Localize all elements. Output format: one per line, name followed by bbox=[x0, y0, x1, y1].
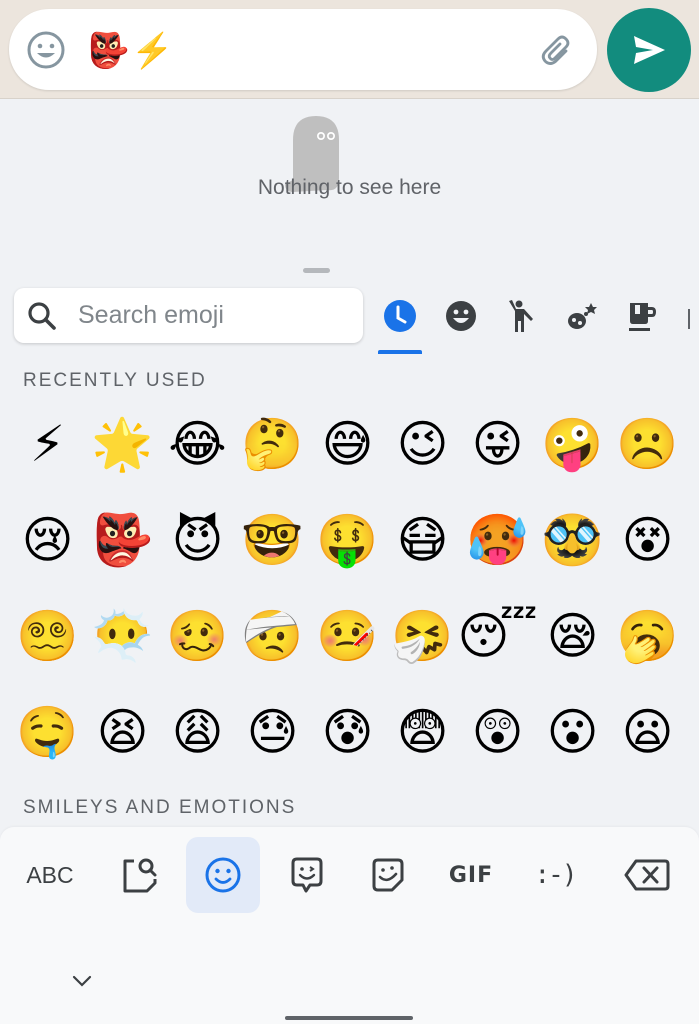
emoji-cell[interactable]: 😪 bbox=[535, 600, 610, 672]
search-icon bbox=[28, 302, 56, 330]
emoji-cell[interactable]: 😢 bbox=[10, 504, 85, 576]
message-input-field[interactable]: 👺⚡ bbox=[9, 9, 597, 90]
emoji-cell[interactable]: 🌟 bbox=[85, 408, 160, 480]
emoji-cell[interactable]: 🥵 bbox=[460, 504, 535, 576]
smiley-icon bbox=[446, 301, 476, 331]
panel-drag-handle[interactable] bbox=[303, 268, 330, 273]
empty-state-message: Nothing to see here bbox=[257, 176, 442, 199]
emoji-cell[interactable]: 😈 bbox=[160, 504, 235, 576]
message-text: 👺⚡ bbox=[87, 32, 176, 70]
bug-flower-icon bbox=[568, 303, 597, 329]
emoji-cell[interactable]: 😷 bbox=[385, 504, 460, 576]
tab-smileys[interactable] bbox=[441, 296, 481, 336]
emoji-cell[interactable]: 🤧 bbox=[385, 600, 460, 672]
emoji-cell[interactable]: 😅 bbox=[310, 408, 385, 480]
system-nav-handle[interactable] bbox=[285, 1016, 413, 1020]
recent-emoji-grid: ⚡ 🌟 😂 🤔 😅 😉 😜 🤪 ☹️ 😢 👺 😈 🤓 🤑 😷 🥵 🥸 😵 😵‍💫… bbox=[10, 408, 690, 792]
emoji-cell[interactable]: 😵‍💫 bbox=[10, 600, 85, 672]
speech-smiley-icon bbox=[291, 857, 323, 893]
emoji-row: 😵‍💫 😶‍🌫️ 🥴 🤕 🤒 🤧 😴 😪 🥱 bbox=[10, 600, 690, 696]
attach-button[interactable] bbox=[537, 30, 577, 70]
emoji-cell[interactable]: 🥸 bbox=[535, 504, 610, 576]
emoji-toggle-button[interactable] bbox=[26, 30, 66, 70]
emoji-cell[interactable]: 🤤 bbox=[10, 696, 85, 768]
emoji-cell[interactable]: 🤓 bbox=[235, 504, 310, 576]
emoji-cell[interactable]: ☹️ bbox=[610, 408, 685, 480]
smiley-outline-icon bbox=[27, 31, 65, 69]
person-waving-icon bbox=[509, 300, 533, 332]
emoji-cell[interactable]: 😜 bbox=[460, 408, 535, 480]
emoji-cell[interactable]: 😓 bbox=[235, 696, 310, 768]
emoji-row: 🤤 😫 😩 😓 😰 😨 😲 😮 😦 bbox=[10, 696, 690, 792]
sticker-search-icon bbox=[123, 858, 157, 893]
emoji-row: 😢 👺 😈 🤓 🤑 😷 🥵 🥸 😵 bbox=[10, 504, 690, 600]
gif-label: GIF bbox=[448, 862, 494, 888]
emoji-search-sticker-button[interactable] bbox=[103, 837, 177, 913]
emoji-cell[interactable]: 🥱 bbox=[610, 600, 685, 672]
keyboard-toolbar: ABC GIF :-) bbox=[0, 827, 699, 1024]
gif-button[interactable]: GIF bbox=[434, 837, 508, 913]
cup-icon bbox=[629, 303, 656, 331]
category-scroll-indicator bbox=[688, 309, 690, 329]
emoticon-button[interactable]: :-) bbox=[518, 837, 592, 913]
emoji-cell[interactable]: 🤑 bbox=[310, 504, 385, 576]
backspace-button[interactable] bbox=[610, 837, 684, 913]
collapse-keyboard-button[interactable] bbox=[66, 969, 98, 993]
tab-animals-nature[interactable] bbox=[562, 296, 602, 336]
emoji-cell[interactable]: 😦 bbox=[610, 696, 685, 768]
emoji-cell[interactable]: 😩 bbox=[160, 696, 235, 768]
emoji-cell[interactable]: 👺 bbox=[85, 504, 160, 576]
chat-input-bar: 👺⚡ bbox=[0, 0, 699, 99]
emoji-cell[interactable]: 🤪 bbox=[535, 408, 610, 480]
section-header-smileys: SMILEYS AND EMOTIONS bbox=[23, 797, 297, 818]
tab-recent[interactable] bbox=[380, 296, 420, 336]
emoji-cell[interactable]: 😵 bbox=[610, 504, 685, 576]
emoji-cell[interactable]: ⚡ bbox=[10, 408, 85, 480]
send-button[interactable] bbox=[607, 8, 691, 92]
clock-icon bbox=[384, 300, 416, 332]
emoji-cell[interactable]: 🤔 bbox=[235, 408, 310, 480]
sticker-button[interactable] bbox=[351, 837, 425, 913]
emoji-cell[interactable]: 😮 bbox=[535, 696, 610, 768]
emoticon-label: :-) bbox=[534, 860, 578, 890]
emoji-cell[interactable]: 😉 bbox=[385, 408, 460, 480]
bitmoji-button[interactable] bbox=[270, 837, 344, 913]
empty-state: Nothing to see here bbox=[0, 99, 699, 279]
emoji-cell[interactable]: 🤒 bbox=[310, 600, 385, 672]
emoji-cell[interactable]: 😴 bbox=[457, 600, 537, 672]
emoji-row: ⚡ 🌟 😂 🤔 😅 😉 😜 🤪 ☹️ bbox=[10, 408, 690, 504]
smiley-outline-icon bbox=[205, 857, 241, 893]
abc-keyboard-button[interactable]: ABC bbox=[13, 837, 87, 913]
abc-label: ABC bbox=[26, 861, 74, 888]
emoji-cell[interactable]: 😨 bbox=[385, 696, 460, 768]
emoji-cell[interactable]: 😶‍🌫️ bbox=[85, 600, 160, 672]
backspace-icon bbox=[624, 859, 670, 891]
active-tab-indicator bbox=[378, 350, 422, 354]
emoji-cell[interactable]: 😰 bbox=[310, 696, 385, 768]
send-arrow-icon bbox=[634, 36, 665, 64]
emoji-search-box[interactable] bbox=[14, 288, 363, 343]
paperclip-icon bbox=[541, 35, 570, 65]
tab-food-drink[interactable] bbox=[622, 296, 662, 336]
emoji-search-input[interactable] bbox=[78, 288, 348, 343]
section-header-recent: RECENTLY USED bbox=[23, 370, 207, 391]
sticker-icon bbox=[372, 858, 404, 892]
emoji-cell[interactable]: 😫 bbox=[85, 696, 160, 768]
emoji-cell[interactable]: 🥴 bbox=[160, 600, 235, 672]
tab-people[interactable] bbox=[501, 296, 541, 336]
emoji-cell[interactable]: 🤕 bbox=[235, 600, 310, 672]
emoji-keyboard-button[interactable] bbox=[186, 837, 260, 913]
emoji-cell[interactable]: 😲 bbox=[460, 696, 535, 768]
emoji-cell[interactable]: 😂 bbox=[160, 408, 235, 480]
chevron-down-icon bbox=[72, 975, 92, 987]
